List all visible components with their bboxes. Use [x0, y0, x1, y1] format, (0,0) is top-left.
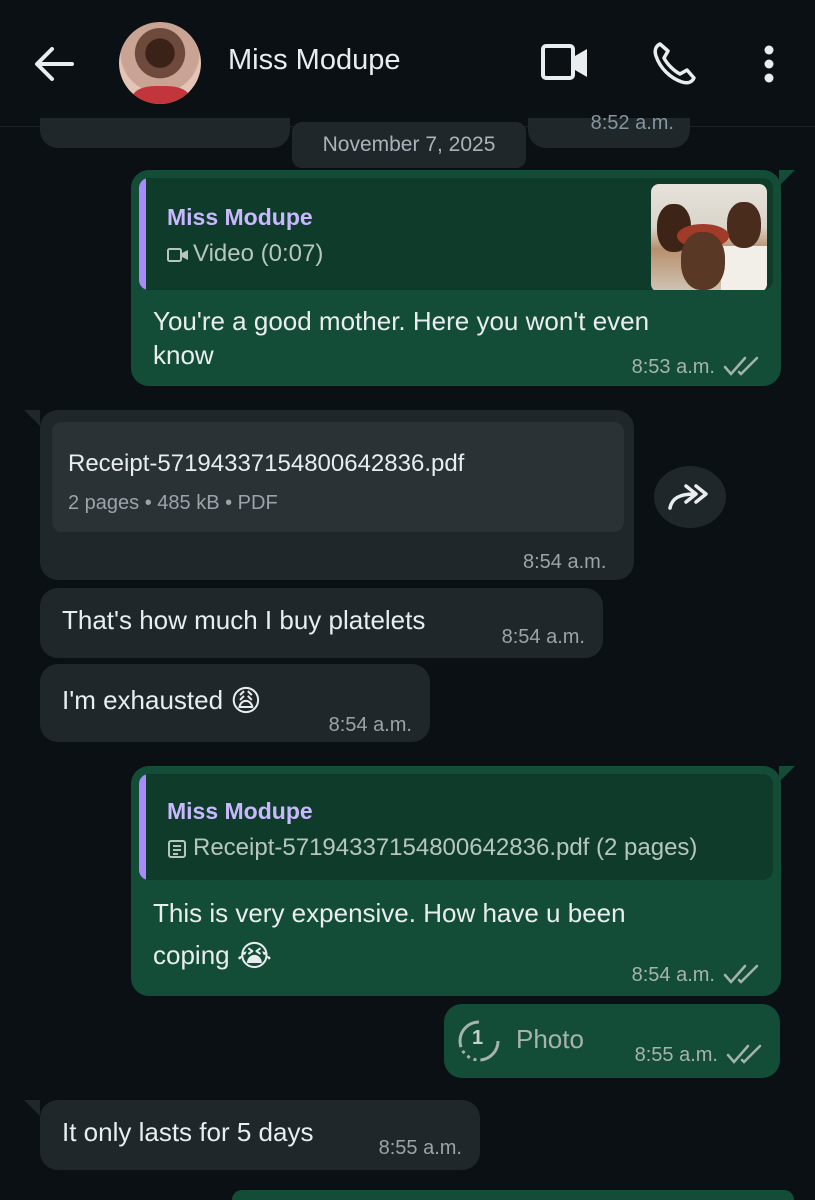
- message-text: It only lasts for 5 days: [62, 1117, 314, 1147]
- quoted-media-label: Video (0:07): [193, 240, 324, 267]
- chat-header: Miss Modupe: [0, 0, 815, 127]
- outgoing-view-once-photo[interactable]: 1 Photo 8:55 a.m.: [444, 1004, 780, 1078]
- view-once-count: 1: [472, 1027, 484, 1049]
- weary-face-emoji: 😩: [230, 685, 262, 719]
- partial-message-bubble: [40, 118, 290, 148]
- video-thumbnail[interactable]: [651, 184, 767, 290]
- incoming-message[interactable]: I'm exhausted 😩 8:54 a.m.: [40, 664, 430, 742]
- forward-icon: [668, 484, 708, 510]
- video-icon: [167, 247, 188, 262]
- quoted-message[interactable]: Miss Modupe Video (0:07): [139, 178, 773, 290]
- read-receipt-icon: [723, 356, 759, 376]
- outgoing-message[interactable]: Miss Modupe Video (0:07) You're a good m…: [131, 170, 795, 386]
- forward-button[interactable]: [654, 466, 726, 528]
- message-text: This is very expensive. How have u been: [153, 898, 626, 928]
- message-text: That's how much I buy platelets: [62, 605, 426, 635]
- message-time: 8:55 a.m.: [378, 1137, 462, 1159]
- crying-face-emoji: 😭: [236, 940, 272, 974]
- document-icon: [168, 839, 186, 858]
- message-time: 8:54 a.m.: [328, 714, 412, 736]
- message-time: 8:54 a.m.: [523, 551, 607, 573]
- back-arrow-icon[interactable]: [32, 44, 76, 84]
- quoted-sender-name: Miss Modupe: [167, 204, 313, 230]
- message-text: You're a good mother. Here you won't eve…: [153, 306, 650, 370]
- message-time: 8:53 a.m.: [631, 356, 715, 378]
- photo-label: Photo: [516, 1024, 584, 1054]
- document-name: Receipt-57194337154800642836.pdf: [68, 450, 465, 477]
- more-vert-icon[interactable]: [758, 40, 780, 88]
- date-separator: November 7, 2025: [292, 122, 526, 168]
- quoted-document-label: Receipt-57194337154800642836.pdf (2 page…: [193, 834, 698, 861]
- voice-call-icon[interactable]: [650, 40, 698, 88]
- partial-message-bubble: 8:52 a.m.: [528, 112, 690, 148]
- contact-name[interactable]: Miss Modupe: [228, 44, 400, 77]
- read-receipt-icon: [723, 964, 759, 984]
- quoted-sender-name: Miss Modupe: [167, 798, 313, 824]
- outgoing-message[interactable]: Miss Modupe Receipt-57194337154800642836…: [131, 766, 795, 996]
- read-receipt-icon: [726, 1044, 762, 1064]
- contact-avatar[interactable]: [119, 22, 201, 104]
- incoming-message[interactable]: That's how much I buy platelets 8:54 a.m…: [40, 588, 603, 658]
- message-text: coping: [153, 940, 230, 970]
- document-meta: 2 pages • 485 kB • PDF: [68, 492, 278, 514]
- video-call-icon[interactable]: [540, 40, 590, 86]
- message-text: I'm exhausted: [62, 685, 224, 715]
- document-card[interactable]: Receipt-57194337154800642836.pdf 2 pages…: [52, 422, 624, 532]
- incoming-message[interactable]: It only lasts for 5 days 8:55 a.m.: [24, 1100, 480, 1170]
- message-time: 8:55 a.m.: [634, 1044, 718, 1066]
- partial-message-bubble: [232, 1190, 794, 1200]
- message-time: 8:54 a.m.: [501, 626, 585, 648]
- message-time: 8:54 a.m.: [631, 964, 715, 986]
- quoted-message[interactable]: Miss Modupe Receipt-57194337154800642836…: [139, 774, 773, 880]
- message-time: 8:52 a.m.: [590, 112, 674, 134]
